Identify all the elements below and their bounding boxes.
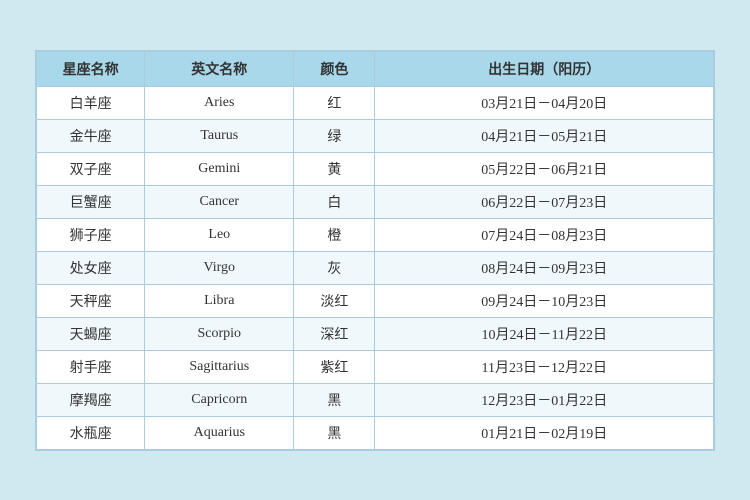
cell-chinese: 摩羯座 [37, 383, 145, 416]
table-row: 水瓶座Aquarius黑01月21日－02月19日 [37, 416, 714, 449]
table-row: 巨蟹座Cancer白06月22日－07月23日 [37, 185, 714, 218]
cell-color: 红 [294, 86, 375, 119]
cell-date: 09月24日－10月23日 [375, 284, 714, 317]
cell-english: Scorpio [145, 317, 294, 350]
cell-english: Libra [145, 284, 294, 317]
cell-chinese: 射手座 [37, 350, 145, 383]
cell-color: 白 [294, 185, 375, 218]
table-row: 摩羯座Capricorn黑12月23日－01月22日 [37, 383, 714, 416]
cell-chinese: 巨蟹座 [37, 185, 145, 218]
zodiac-table-container: 星座名称 英文名称 颜色 出生日期（阳历） 白羊座Aries红03月21日－04… [35, 50, 715, 451]
table-row: 天蝎座Scorpio深红10月24日－11月22日 [37, 317, 714, 350]
cell-color: 绿 [294, 119, 375, 152]
header-color: 颜色 [294, 51, 375, 86]
cell-color: 深红 [294, 317, 375, 350]
table-header-row: 星座名称 英文名称 颜色 出生日期（阳历） [37, 51, 714, 86]
table-row: 双子座Gemini黄05月22日－06月21日 [37, 152, 714, 185]
cell-english: Aquarius [145, 416, 294, 449]
cell-english: Taurus [145, 119, 294, 152]
cell-color: 黑 [294, 416, 375, 449]
header-english: 英文名称 [145, 51, 294, 86]
cell-color: 黑 [294, 383, 375, 416]
cell-date: 04月21日－05月21日 [375, 119, 714, 152]
table-row: 金牛座Taurus绿04月21日－05月21日 [37, 119, 714, 152]
table-row: 处女座Virgo灰08月24日－09月23日 [37, 251, 714, 284]
table-body: 白羊座Aries红03月21日－04月20日金牛座Taurus绿04月21日－0… [37, 86, 714, 449]
cell-chinese: 双子座 [37, 152, 145, 185]
cell-date: 12月23日－01月22日 [375, 383, 714, 416]
table-row: 射手座Sagittarius紫红11月23日－12月22日 [37, 350, 714, 383]
cell-english: Sagittarius [145, 350, 294, 383]
cell-color: 橙 [294, 218, 375, 251]
table-row: 天秤座Libra淡红09月24日－10月23日 [37, 284, 714, 317]
cell-color: 淡红 [294, 284, 375, 317]
cell-date: 11月23日－12月22日 [375, 350, 714, 383]
zodiac-table: 星座名称 英文名称 颜色 出生日期（阳历） 白羊座Aries红03月21日－04… [36, 51, 714, 450]
cell-date: 06月22日－07月23日 [375, 185, 714, 218]
cell-english: Capricorn [145, 383, 294, 416]
header-date: 出生日期（阳历） [375, 51, 714, 86]
cell-color: 灰 [294, 251, 375, 284]
cell-date: 08月24日－09月23日 [375, 251, 714, 284]
cell-english: Virgo [145, 251, 294, 284]
cell-color: 紫红 [294, 350, 375, 383]
cell-date: 07月24日－08月23日 [375, 218, 714, 251]
cell-english: Gemini [145, 152, 294, 185]
cell-color: 黄 [294, 152, 375, 185]
cell-chinese: 水瓶座 [37, 416, 145, 449]
header-chinese: 星座名称 [37, 51, 145, 86]
cell-chinese: 天秤座 [37, 284, 145, 317]
cell-english: Cancer [145, 185, 294, 218]
cell-chinese: 狮子座 [37, 218, 145, 251]
cell-chinese: 金牛座 [37, 119, 145, 152]
cell-chinese: 白羊座 [37, 86, 145, 119]
cell-date: 01月21日－02月19日 [375, 416, 714, 449]
table-row: 白羊座Aries红03月21日－04月20日 [37, 86, 714, 119]
cell-date: 05月22日－06月21日 [375, 152, 714, 185]
cell-chinese: 天蝎座 [37, 317, 145, 350]
table-row: 狮子座Leo橙07月24日－08月23日 [37, 218, 714, 251]
cell-english: Aries [145, 86, 294, 119]
cell-chinese: 处女座 [37, 251, 145, 284]
cell-english: Leo [145, 218, 294, 251]
cell-date: 03月21日－04月20日 [375, 86, 714, 119]
cell-date: 10月24日－11月22日 [375, 317, 714, 350]
